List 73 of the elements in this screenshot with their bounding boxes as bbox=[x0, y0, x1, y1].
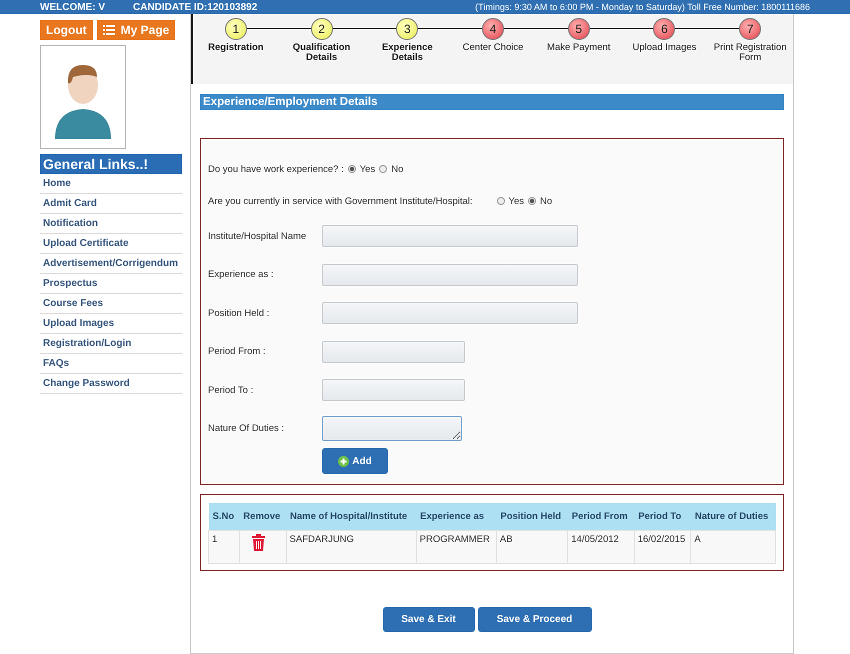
table-cell: AB bbox=[496, 530, 568, 564]
step-number: 5 bbox=[568, 18, 590, 40]
sidebar-link[interactable]: Upload Images bbox=[40, 314, 182, 334]
candidate-id: CANDIDATE ID:120103892 bbox=[133, 2, 258, 12]
step-number: 1 bbox=[224, 18, 247, 40]
field-label: Experience as : bbox=[208, 269, 274, 280]
step-label: Registration bbox=[208, 43, 264, 53]
sidebar-link[interactable]: Course Fees bbox=[40, 294, 182, 314]
sidebar-link[interactable]: Registration/Login bbox=[40, 334, 182, 354]
radio-button[interactable] bbox=[496, 197, 505, 205]
input-field[interactable] bbox=[322, 264, 578, 286]
step-label: Center Choice bbox=[462, 43, 524, 53]
column-header: S.No bbox=[208, 503, 240, 530]
input-field[interactable] bbox=[322, 302, 578, 324]
table-cell: 14/05/2012 bbox=[568, 530, 634, 564]
sidebar-link[interactable]: Change Password bbox=[40, 374, 182, 394]
step-number: 7 bbox=[739, 18, 762, 40]
column-header: Remove bbox=[239, 503, 286, 530]
section-header: Experience/Employment Details bbox=[200, 94, 784, 110]
save-proceed-button[interactable]: Save & Proceed bbox=[478, 607, 592, 632]
add-button[interactable]: Add bbox=[322, 448, 388, 474]
step-label: Make Payment bbox=[547, 43, 610, 53]
column-header: Period To bbox=[634, 503, 691, 530]
question-label: Are you currently in service with Government Institute/Hospital: bbox=[208, 196, 473, 206]
sidebar-link[interactable]: Advertisement/Corrigendum bbox=[40, 254, 182, 274]
radio-button[interactable] bbox=[528, 197, 536, 205]
step-number: 6 bbox=[653, 18, 676, 40]
radio-label: No bbox=[391, 164, 404, 174]
field-label: Nature Of Duties : bbox=[208, 423, 286, 434]
trash-icon[interactable] bbox=[252, 534, 265, 551]
sidebar-title: General Links..! bbox=[40, 154, 182, 174]
timings-text: (Timings: 9:30 AM to 6:00 PM - Monday to Saturday) Toll Free Number: 1800111686 bbox=[475, 2, 810, 12]
input-field[interactable] bbox=[322, 225, 578, 248]
radio-button[interactable] bbox=[348, 165, 356, 173]
question-label: Do you have work experience? : bbox=[208, 164, 344, 174]
table-cell: 1 bbox=[208, 530, 240, 564]
sidebar-link[interactable]: Prospectus bbox=[40, 274, 182, 294]
column-header: Period From bbox=[568, 503, 634, 530]
step-number: 4 bbox=[482, 18, 504, 40]
field-label: Institute/Hospital Name bbox=[208, 230, 308, 242]
table-cell: 16/02/2015 bbox=[634, 530, 691, 564]
sidebar-link[interactable]: FAQs bbox=[40, 354, 182, 374]
sidebar-link[interactable]: Upload Certificate bbox=[40, 234, 182, 254]
field-label: Period From : bbox=[208, 346, 267, 358]
sidebar-link[interactable]: Admit Card bbox=[40, 194, 182, 214]
step-label: Print Registration Form bbox=[712, 43, 788, 63]
column-header: Name of Hospital/Institute bbox=[286, 503, 416, 530]
field-label: Position Held : bbox=[208, 308, 270, 319]
table-cell: A bbox=[690, 530, 776, 564]
input-field[interactable] bbox=[322, 340, 465, 363]
step-number: 2 bbox=[310, 18, 333, 40]
column-header: Position Held bbox=[496, 503, 568, 530]
step-label: Experience Details bbox=[380, 43, 434, 63]
field-label: Period To : bbox=[208, 384, 254, 396]
column-header: Nature of Duties bbox=[690, 503, 776, 530]
step-number: 3 bbox=[396, 18, 418, 40]
step-label: Upload Images bbox=[632, 43, 696, 53]
save-exit-button[interactable]: Save & Exit bbox=[382, 607, 474, 632]
radio-button[interactable] bbox=[379, 165, 388, 173]
text-area[interactable] bbox=[322, 416, 462, 442]
step-label: Qualification Details bbox=[292, 43, 352, 63]
sidebar-link[interactable]: Notification bbox=[40, 214, 182, 234]
input-field[interactable] bbox=[322, 379, 465, 402]
list-icon bbox=[102, 25, 115, 35]
plus-icon bbox=[338, 456, 350, 466]
radio-label: No bbox=[540, 196, 552, 206]
sidebar-link[interactable]: Home bbox=[40, 174, 182, 194]
column-header: Experience as bbox=[416, 503, 496, 530]
radio-label: Yes bbox=[360, 164, 376, 174]
table-cell: PROGRAMMER bbox=[416, 530, 496, 564]
welcome-text: WELCOME: V bbox=[40, 2, 105, 12]
radio-label: Yes bbox=[508, 196, 524, 206]
table-cell: SAFDARJUNG bbox=[286, 530, 416, 564]
